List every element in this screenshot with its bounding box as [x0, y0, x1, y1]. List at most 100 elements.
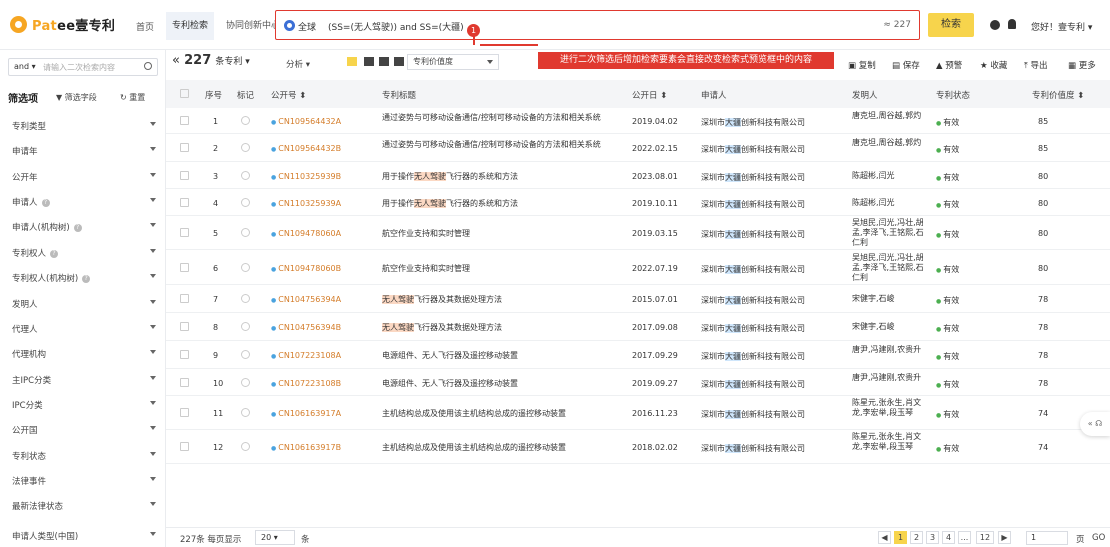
patent-title[interactable]: 航空作业支持和实时管理: [382, 264, 622, 274]
search-scope-label[interactable]: 全球: [298, 20, 316, 33]
inventor[interactable]: 陈超彬,闫光: [852, 198, 928, 208]
filter-fields-button[interactable]: ▼ 筛选字段: [56, 92, 97, 103]
row-mark[interactable]: [241, 350, 250, 359]
image-view-icon[interactable]: [364, 57, 374, 66]
table-row[interactable]: 7 CN104756394A 无人驾驶飞行器及其数据处理方法 2015.07.01 深圳…: [166, 285, 1110, 313]
row-checkbox[interactable]: [180, 143, 189, 152]
patent-number-link[interactable]: CN109564432A: [271, 117, 341, 126]
select-all-checkbox[interactable]: [180, 89, 189, 98]
page-button[interactable]: 12: [976, 531, 994, 544]
row-mark[interactable]: [241, 263, 250, 272]
applicant[interactable]: 深圳市大疆创新科技有限公司: [701, 144, 805, 155]
tab-patent-search[interactable]: 专利检索: [166, 12, 215, 40]
table-row[interactable]: 5 CN109478060A 航空作业支持和实时管理 2019.03.15 深圳市大疆创…: [166, 216, 1110, 250]
facet-item[interactable]: 专利状态: [12, 450, 158, 464]
row-checkbox[interactable]: [180, 198, 189, 207]
patent-number-link[interactable]: CN106163917A: [271, 409, 341, 418]
row-checkbox[interactable]: [180, 171, 189, 180]
inventor[interactable]: 陈星元,张永生,肖文龙,李宏举,段玉琴: [852, 398, 928, 418]
search-button[interactable]: 检索: [928, 13, 974, 37]
export-button[interactable]: ⤒ 导出: [1024, 59, 1047, 71]
copy-button[interactable]: ▣ 复制: [848, 59, 876, 71]
go-button[interactable]: GO: [1092, 533, 1105, 543]
facet-item[interactable]: 专利权人?: [12, 247, 158, 261]
patent-number-link[interactable]: CN109478060B: [271, 264, 341, 273]
secondary-search-input[interactable]: and ▾ 请输入二次检索内容: [8, 58, 158, 76]
page-button[interactable]: ...: [958, 531, 971, 544]
inventor[interactable]: 宋健宇,石峻: [852, 294, 928, 304]
brand-logo[interactable]: Patee壹专利: [10, 14, 115, 34]
nav-home-link[interactable]: 首页: [136, 20, 154, 33]
row-mark[interactable]: [241, 378, 250, 387]
inventor[interactable]: 唐克坦,周谷越,郭灼: [852, 111, 928, 121]
row-mark[interactable]: [241, 171, 250, 180]
facet-item[interactable]: 申请人类型(中国): [12, 530, 158, 544]
help-icon[interactable]: ?: [41, 198, 50, 207]
help-icon[interactable]: ?: [73, 223, 82, 232]
row-checkbox[interactable]: [180, 350, 189, 359]
page-button[interactable]: 2: [910, 531, 923, 544]
applicant[interactable]: 深圳市大疆创新科技有限公司: [701, 409, 805, 420]
save-button[interactable]: ▤ 保存: [892, 59, 920, 71]
page-button[interactable]: 4: [942, 531, 955, 544]
patent-number-link[interactable]: CN107223108A: [271, 351, 341, 360]
facet-item[interactable]: 代理机构: [12, 348, 158, 362]
row-mark[interactable]: [241, 408, 250, 417]
table-row[interactable]: 6 CN109478060B 航空作业支持和实时管理 2022.07.19 深圳市大疆创…: [166, 250, 1110, 285]
header-value[interactable]: 专利价值度 ⬍: [1032, 89, 1084, 101]
inventor[interactable]: 陈超彬,闫光: [852, 171, 928, 181]
page-button[interactable]: 3: [926, 531, 939, 544]
page-size-select[interactable]: 20 ▾: [255, 530, 295, 545]
sort-select[interactable]: 专利价值度: [407, 54, 499, 70]
facet-item[interactable]: 申请人?: [12, 196, 158, 210]
applicant[interactable]: 深圳市大疆创新科技有限公司: [701, 323, 805, 334]
patent-title[interactable]: 无人驾驶飞行器及其数据处理方法: [382, 295, 622, 305]
applicant[interactable]: 深圳市大疆创新科技有限公司: [701, 199, 805, 210]
table-row[interactable]: 1 CN109564432A 通过姿势与可移动设备通信/控制可移动设备的方法和相关系…: [166, 108, 1110, 134]
patent-title[interactable]: 用于操作无人驾驶飞行器的系统和方法: [382, 172, 622, 182]
detail-view-icon[interactable]: [379, 57, 389, 66]
row-checkbox[interactable]: [180, 322, 189, 331]
table-row[interactable]: 9 CN107223108A 电源组件、无人飞行器及遥控移动装置 2017.09.29…: [166, 341, 1110, 369]
analyze-menu[interactable]: 分析 ▾: [286, 58, 310, 70]
patent-title[interactable]: 主机结构总成及使用该主机结构总成的遥控移动装置: [382, 443, 622, 453]
more-button[interactable]: ▦ 更多: [1068, 59, 1096, 71]
favorite-button[interactable]: ★ 收藏: [980, 59, 1007, 71]
next-page-button[interactable]: ▶: [998, 531, 1011, 544]
patent-title[interactable]: 航空作业支持和实时管理: [382, 229, 622, 239]
inventor[interactable]: 唐克坦,周谷越,郭灼: [852, 138, 928, 148]
row-mark[interactable]: [241, 228, 250, 237]
facet-item[interactable]: 专利类型: [12, 120, 158, 134]
applicant[interactable]: 深圳市大疆创新科技有限公司: [701, 351, 805, 362]
inventor[interactable]: 吴旭民,闫光,冯壮,胡孟,李泽飞,王铭熙,石仁利: [852, 253, 928, 283]
reset-button[interactable]: ↻ 重置: [120, 92, 145, 103]
facet-item[interactable]: 公开年: [12, 171, 158, 185]
history-icon[interactable]: [990, 20, 1000, 30]
patent-number-link[interactable]: CN104756394B: [271, 323, 341, 332]
facet-item[interactable]: 申请人(机构树)?: [12, 221, 158, 235]
patent-number-link[interactable]: CN110325939B: [271, 172, 341, 181]
row-mark[interactable]: [241, 322, 250, 331]
user-menu[interactable]: 您好！壹专利 ▾: [1031, 20, 1092, 33]
facet-item[interactable]: 主IPC分类: [12, 374, 158, 388]
row-mark[interactable]: [241, 294, 250, 303]
query-preview-box[interactable]: 全球 (SS=(无人驾驶)) and SS=(大疆) ≈ 227: [275, 10, 920, 40]
row-mark[interactable]: [241, 116, 250, 125]
table-row[interactable]: 8 CN104756394B 无人驾驶飞行器及其数据处理方法 2017.09.08 深圳…: [166, 313, 1110, 341]
row-checkbox[interactable]: [180, 408, 189, 417]
prev-page-button[interactable]: ◀: [878, 531, 891, 544]
applicant[interactable]: 深圳市大疆创新科技有限公司: [701, 229, 805, 240]
bell-icon[interactable]: [1008, 19, 1016, 29]
applicant[interactable]: 深圳市大疆创新科技有限公司: [701, 264, 805, 275]
header-publication-date[interactable]: 公开日 ⬍: [632, 89, 667, 101]
inventor[interactable]: 吴旭民,闫光,冯壮,胡孟,李泽飞,王铭熙,石仁利: [852, 218, 928, 248]
help-icon[interactable]: ?: [82, 274, 91, 283]
row-mark[interactable]: [241, 143, 250, 152]
patent-title[interactable]: 主机结构总成及使用该主机结构总成的遥控移动装置: [382, 409, 622, 419]
facet-item[interactable]: 最新法律状态: [12, 500, 158, 514]
inventor[interactable]: 宋健宇,石峻: [852, 322, 928, 332]
inventor[interactable]: 陈星元,张永生,肖文龙,李宏举,段玉琴: [852, 432, 928, 452]
patent-number-link[interactable]: CN106163917B: [271, 443, 341, 452]
globe-icon[interactable]: [284, 20, 295, 31]
applicant[interactable]: 深圳市大疆创新科技有限公司: [701, 172, 805, 183]
